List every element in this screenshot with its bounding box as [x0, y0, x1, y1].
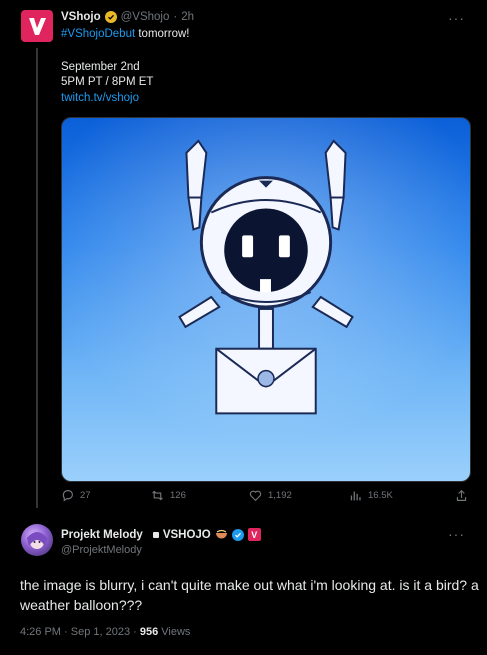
meta-separator-1: · — [60, 626, 71, 638]
reply-author-handle[interactable]: @ProjektMelody — [61, 544, 142, 556]
reply-action[interactable]: 27 — [61, 489, 91, 502]
reply-more-options-icon[interactable]: ··· — [448, 526, 465, 542]
separator: · — [173, 11, 178, 23]
affiliate-badge-icon[interactable]: V — [247, 528, 261, 541]
view-count: 16.5K — [368, 490, 393, 501]
share-action[interactable] — [455, 489, 468, 502]
reply-count: 27 — [80, 490, 91, 501]
projekt-melody-avatar[interactable] — [21, 524, 53, 556]
retweet-action[interactable]: 126 — [151, 489, 186, 502]
thread-line — [36, 48, 38, 508]
tweet-image[interactable] — [61, 117, 471, 482]
reply-affiliation: VSHOJO — [162, 528, 211, 541]
verified-blue-icon — [231, 528, 244, 541]
retweet-count: 126 — [170, 490, 186, 501]
reply-view-count: 956 — [139, 626, 159, 638]
tweet-line-1-rest: tomorrow! — [135, 28, 190, 40]
reply-meta: 4:26 PM · Sep 1, 2023 · 956 Views — [20, 626, 190, 638]
reply-text: the image is blurry, i can't quite make … — [20, 577, 479, 613]
reply-header: Projekt Melody VSHOJO V — [61, 528, 261, 541]
reply-date[interactable]: Sep 1, 2023 — [71, 626, 130, 638]
heart-icon — [249, 490, 262, 502]
reply-icon — [62, 490, 73, 502]
hashtag-link[interactable]: #VShojoDebut — [61, 28, 135, 40]
more-options-icon[interactable]: ··· — [448, 10, 465, 26]
tweet-header: VShojo @VShojo · 2h — [61, 11, 194, 23]
reply-author-name[interactable]: Projekt Melody — [61, 529, 143, 541]
tweet-actions: 27 126 1,192 16.5K — [61, 489, 471, 509]
tweet-times-line: 5PM PT / 8PM ET — [61, 76, 154, 88]
views-chart-icon — [350, 491, 361, 501]
tweet-url-link[interactable]: twitch.tv/vshojo — [61, 91, 139, 106]
reply-views-label: Views — [158, 626, 191, 638]
meta-separator-2: · — [130, 626, 140, 638]
retweet-icon — [152, 490, 163, 501]
vshojo-avatar[interactable] — [21, 10, 53, 42]
share-icon — [456, 489, 467, 501]
tweet-time[interactable]: 2h — [181, 11, 194, 23]
like-action[interactable]: 1,192 — [249, 489, 292, 502]
avatar-portrait-icon — [27, 532, 47, 549]
reply-time[interactable]: 4:26 PM — [20, 626, 61, 638]
ramen-bowl-icon — [215, 529, 227, 539]
tweet-date-line: September 2nd — [61, 61, 140, 73]
like-count: 1,192 — [268, 490, 292, 501]
verified-gold-icon — [104, 11, 117, 23]
robot-mascot-illustration — [62, 118, 470, 481]
vshojo-logo-icon — [29, 18, 46, 35]
author-name[interactable]: VShojo — [61, 11, 101, 23]
tweet-line-1: #VShojoDebut tomorrow! — [61, 27, 190, 42]
author-handle[interactable]: @VShojo — [121, 11, 170, 23]
square-icon — [152, 531, 159, 538]
views-action[interactable]: 16.5K — [349, 489, 393, 502]
